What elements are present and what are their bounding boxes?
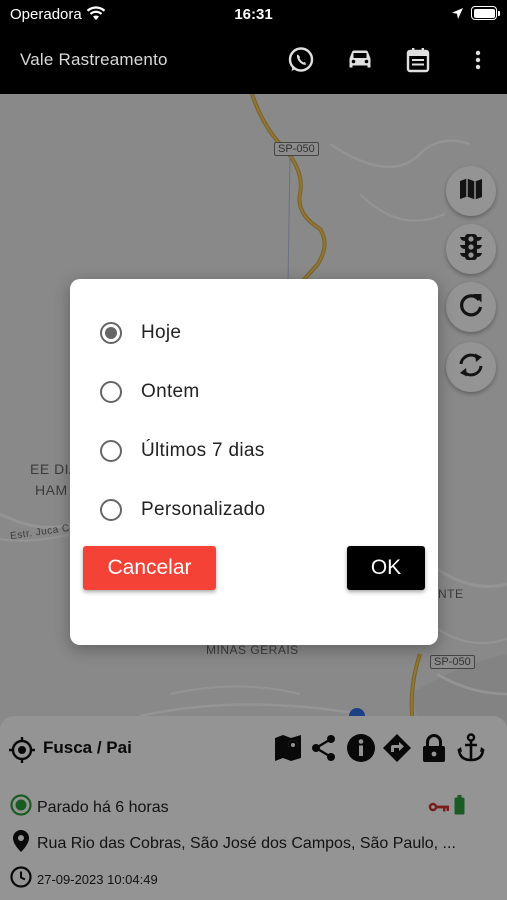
car-icon[interactable] bbox=[344, 44, 376, 76]
radio-button[interactable] bbox=[100, 440, 122, 462]
ok-button[interactable]: OK bbox=[347, 546, 425, 590]
option-custom[interactable]: Personalizado bbox=[100, 495, 265, 525]
status-bar: Operadora 16:31 bbox=[0, 0, 507, 28]
option-yesterday[interactable]: Ontem bbox=[100, 377, 200, 407]
option-label: Últimos 7 dias bbox=[141, 440, 265, 461]
clock-time: 16:31 bbox=[234, 6, 273, 23]
option-last-7-days[interactable]: Últimos 7 dias bbox=[100, 436, 265, 466]
option-label: Personalizado bbox=[141, 499, 266, 520]
radio-button-checked[interactable] bbox=[100, 322, 122, 344]
location-arrow-icon bbox=[451, 7, 464, 25]
cancel-button[interactable]: Cancelar bbox=[83, 546, 216, 590]
app-title: Vale Rastreamento bbox=[20, 50, 168, 69]
radio-button[interactable] bbox=[100, 499, 122, 521]
radio-button[interactable] bbox=[100, 381, 122, 403]
option-label: Ontem bbox=[141, 381, 200, 402]
whatsapp-icon[interactable] bbox=[285, 44, 317, 76]
option-label: Hoje bbox=[141, 322, 182, 343]
calendar-icon[interactable] bbox=[402, 44, 434, 76]
app-bar: Vale Rastreamento bbox=[0, 28, 507, 94]
more-vert-icon[interactable] bbox=[462, 44, 494, 76]
battery-icon bbox=[471, 6, 500, 20]
date-range-dialog: Hoje Ontem Últimos 7 dias Personalizado … bbox=[70, 279, 438, 645]
option-today[interactable]: Hoje bbox=[100, 318, 181, 348]
